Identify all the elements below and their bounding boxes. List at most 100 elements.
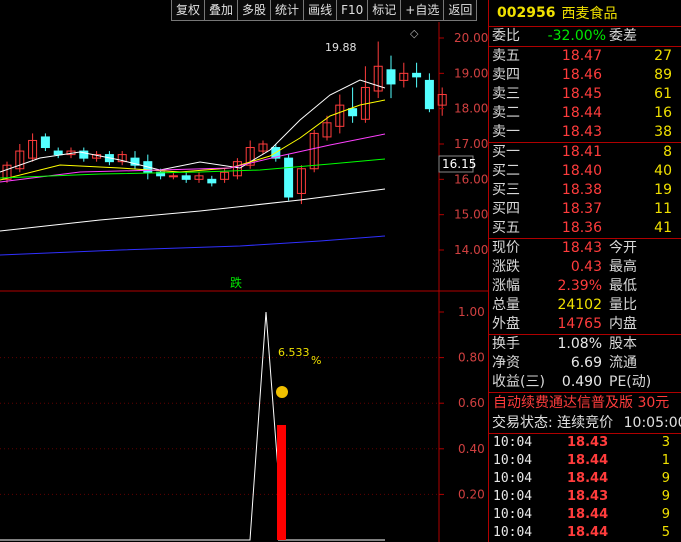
stat-row[interactable]: 外盘 14765 内盘: [489, 315, 681, 334]
indicator-axis-label: 0.20: [458, 487, 485, 501]
fundamental-row[interactable]: 收益(三) 0.490 PE(动): [489, 373, 681, 392]
tick-time: 10:04: [493, 525, 533, 540]
toolbar-button-0[interactable]: 复权: [171, 0, 206, 21]
bid-row[interactable]: 买五 18.36 41: [489, 219, 681, 238]
ma60-line: [0, 188, 386, 232]
trade-status-label: 交易状态:: [492, 415, 553, 431]
promo-banner[interactable]: 自动续费通达信普及版 30元: [489, 393, 681, 413]
stat-row-label: 涨幅: [492, 278, 520, 294]
bid-row-value: 18.38: [561, 182, 602, 198]
tick-row: 10:04 18.43 9: [489, 488, 681, 506]
diamond-icon[interactable]: ◇: [410, 27, 419, 40]
ask-row[interactable]: 卖一 18.43 38: [489, 123, 681, 142]
ask-row[interactable]: 卖三 18.45 61: [489, 85, 681, 104]
stock-code[interactable]: 002956: [497, 5, 555, 21]
ask-row-label: 卖四: [492, 67, 520, 83]
bid-row[interactable]: 买三 18.38 19: [489, 181, 681, 200]
tick-qty: 9: [661, 489, 670, 504]
weibi-label: 委比: [492, 28, 520, 44]
bid-row-volume: 11: [654, 201, 672, 217]
indicator-axis-label: 1.00: [458, 305, 485, 319]
tick-price: 18.44: [567, 471, 609, 486]
indicator-value-label: 6.533: [278, 346, 310, 359]
fundamental-row-label2: PE(动): [609, 374, 652, 390]
tick-row: 10:04 18.44 9: [489, 506, 681, 524]
bid-row-volume: 8: [663, 144, 672, 160]
indicator-line: [0, 311, 279, 541]
fundamental-row-value: 1.08%: [557, 336, 602, 352]
ask-row-value: 18.45: [561, 86, 602, 102]
candle-body: [181, 175, 191, 180]
candle-body: [412, 72, 422, 78]
bid-row-volume: 19: [654, 182, 672, 198]
ask-row[interactable]: 卖五 18.47 27: [489, 47, 681, 66]
ask-row[interactable]: 卖四 18.46 89: [489, 66, 681, 85]
bid-row-value: 18.40: [561, 163, 602, 179]
weibi-value: -32.00%: [547, 28, 606, 44]
toolbar-button-2[interactable]: 多股: [237, 0, 272, 21]
tick-qty: 9: [661, 471, 670, 486]
kline-chart[interactable]: 19.88 跌 20.00 19.00 18.00 17.00 16.00 15.00 14…: [0, 0, 488, 542]
ask-book: 卖五 18.47 27 卖四 18.46 89 卖三 18.45 61 卖二 18.44 16 卖一 18…: [489, 47, 681, 142]
fundamental-row-value: 0.490: [561, 374, 602, 390]
stat-row-value: 24102: [557, 297, 602, 313]
bid-row-label: 买五: [492, 220, 520, 236]
tick-time: 10:04: [493, 489, 533, 504]
current-price-tag-label: 16.15: [442, 157, 476, 171]
toolbar-button-5[interactable]: F10: [336, 0, 369, 21]
fundamental-row-label: 净资: [492, 355, 520, 371]
bid-row[interactable]: 买四 18.37 11: [489, 200, 681, 219]
ask-row-volume: 89: [654, 67, 672, 83]
stat-row[interactable]: 涨幅 2.39% 最低: [489, 277, 681, 296]
ask-row-value: 18.46: [561, 67, 602, 83]
indicator-axis-label: 0.40: [458, 442, 485, 456]
stat-row[interactable]: 总量 24102 量比: [489, 296, 681, 315]
price-axis-label: 20.00: [454, 31, 488, 45]
toolbar-button-7[interactable]: +自选: [400, 0, 445, 21]
weibi-row: 委比 -32.00% 委差: [489, 27, 681, 46]
fundamental-row[interactable]: 净资 6.69 流通: [489, 354, 681, 373]
price-axis-label: 14.00: [454, 243, 488, 257]
tick-list[interactable]: 10:04 18.43 3 10:04 18.44 1 10:04 18.44 9 10:04 18…: [489, 434, 681, 542]
stat-row-label2: 最低: [609, 278, 637, 294]
stock-name[interactable]: 西麦食品: [561, 3, 617, 23]
toolbar-button-3[interactable]: 统计: [270, 0, 305, 21]
toolbar-button-4[interactable]: 画线: [303, 0, 338, 21]
bid-book: 买一 18.41 8 买二 18.40 40 买三 18.38 19 买四 18.37 11 买五 18.…: [489, 143, 681, 238]
signal-label: 跌: [230, 275, 242, 290]
tick-time: 10:04: [493, 435, 533, 450]
price-axis-label: 15.00: [454, 208, 488, 222]
bid-row-label: 买三: [492, 182, 520, 198]
fundamentals-block: 换手 1.08% 股本 净资 6.69 流通 收益(三) 0.490 PE(动): [489, 335, 681, 392]
toolbar-button-8[interactable]: 返回: [443, 0, 478, 21]
stat-row-value: 14765: [557, 316, 602, 332]
ask-row-label: 卖五: [492, 48, 520, 64]
stat-row-label: 外盘: [492, 316, 520, 332]
candle-body: [53, 150, 63, 156]
tick-price: 18.43: [567, 489, 609, 504]
bid-row[interactable]: 买二 18.40 40: [489, 162, 681, 181]
ask-row-label: 卖三: [492, 86, 520, 102]
bid-row[interactable]: 买一 18.41 8: [489, 143, 681, 162]
fundamental-row[interactable]: 换手 1.08% 股本: [489, 335, 681, 354]
indicator-axis-label: 0.60: [458, 396, 485, 410]
price-axis-label: 17.00: [454, 137, 488, 151]
smiley-icon: [276, 386, 288, 398]
stat-row[interactable]: 现价 18.43 今开: [489, 239, 681, 258]
candle-body: [40, 136, 50, 149]
indicator-axis-label: 0.80: [458, 351, 485, 365]
tick-qty: 5: [661, 525, 670, 540]
ask-row[interactable]: 卖二 18.44 16: [489, 104, 681, 123]
tick-row: 10:04 18.44 5: [489, 524, 681, 542]
stat-row[interactable]: 涨跌 0.43 最高: [489, 258, 681, 277]
kline-chart-area[interactable]: 19.88 跌 20.00 19.00 18.00 17.00 16.00 15.00 14…: [0, 0, 488, 542]
ask-row-label: 卖二: [492, 105, 520, 121]
indicator-unit-label: %: [311, 354, 321, 367]
candle-body: [207, 178, 217, 184]
tick-price: 18.43: [567, 435, 609, 450]
toolbar-button-6[interactable]: 标记: [367, 0, 402, 21]
ask-row-volume: 16: [654, 105, 672, 121]
toolbar-button-1[interactable]: 叠加: [204, 0, 239, 21]
stat-row-label2: 量比: [609, 297, 637, 313]
tick-time: 10:04: [493, 507, 533, 522]
